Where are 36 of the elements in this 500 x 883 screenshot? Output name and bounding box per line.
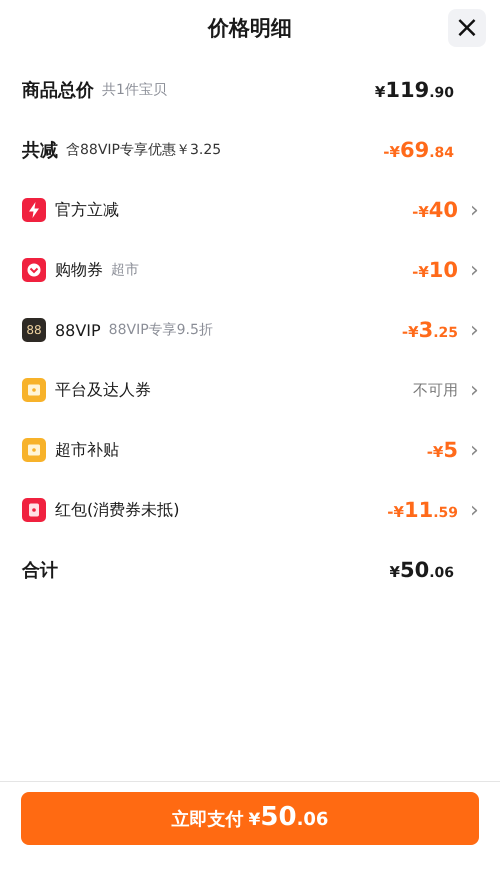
- price-amount: -¥40: [412, 198, 458, 222]
- row-note: 88VIP专享9.5折: [108, 321, 213, 339]
- chevron-icon: ›: [470, 438, 480, 462]
- price-amount: ¥50.06: [390, 558, 454, 582]
- price-amount: -¥3.25: [402, 318, 458, 342]
- row-note: 超市: [111, 261, 139, 279]
- price-amount: -¥10: [412, 258, 458, 282]
- vip-badge-icon: 88: [22, 318, 46, 342]
- row-note: 共1件宝贝: [102, 81, 167, 99]
- row-label: 88VIP: [55, 320, 101, 340]
- chevron-icon: ›: [470, 318, 480, 342]
- row-label: 超市补贴: [55, 440, 119, 460]
- chevron-icon: ›: [470, 198, 480, 222]
- row-label: 官方立减: [55, 200, 119, 220]
- price-amount: -¥69.84: [383, 138, 454, 162]
- row-note: 含88VIP专享优惠￥3.25: [66, 141, 222, 159]
- row-label: 商品总价: [22, 79, 94, 102]
- price-amount: -¥5: [426, 438, 458, 462]
- row-label: 购物券: [55, 260, 103, 280]
- ticket-icon: [22, 438, 46, 462]
- ticket-icon: [22, 378, 46, 402]
- coupon-icon: [22, 258, 46, 282]
- row-label: 平台及达人券: [55, 380, 151, 400]
- price-amount: -¥11.59: [387, 498, 458, 522]
- chevron-icon: ›: [470, 258, 480, 282]
- chevron-icon: ›: [470, 498, 480, 522]
- chevron-icon: ›: [470, 378, 480, 402]
- row-label: 红包(消费券未抵): [55, 500, 180, 520]
- price-amount: ¥119.90: [374, 78, 454, 102]
- envelope-icon: [22, 498, 46, 522]
- close-button[interactable]: ×: [448, 9, 486, 47]
- row-label: 共减: [22, 139, 58, 162]
- sheet-title: 价格明细: [208, 15, 292, 42]
- row-label: 合计: [22, 559, 58, 582]
- lightning-icon: [22, 198, 46, 222]
- status-text: 不可用: [413, 380, 458, 400]
